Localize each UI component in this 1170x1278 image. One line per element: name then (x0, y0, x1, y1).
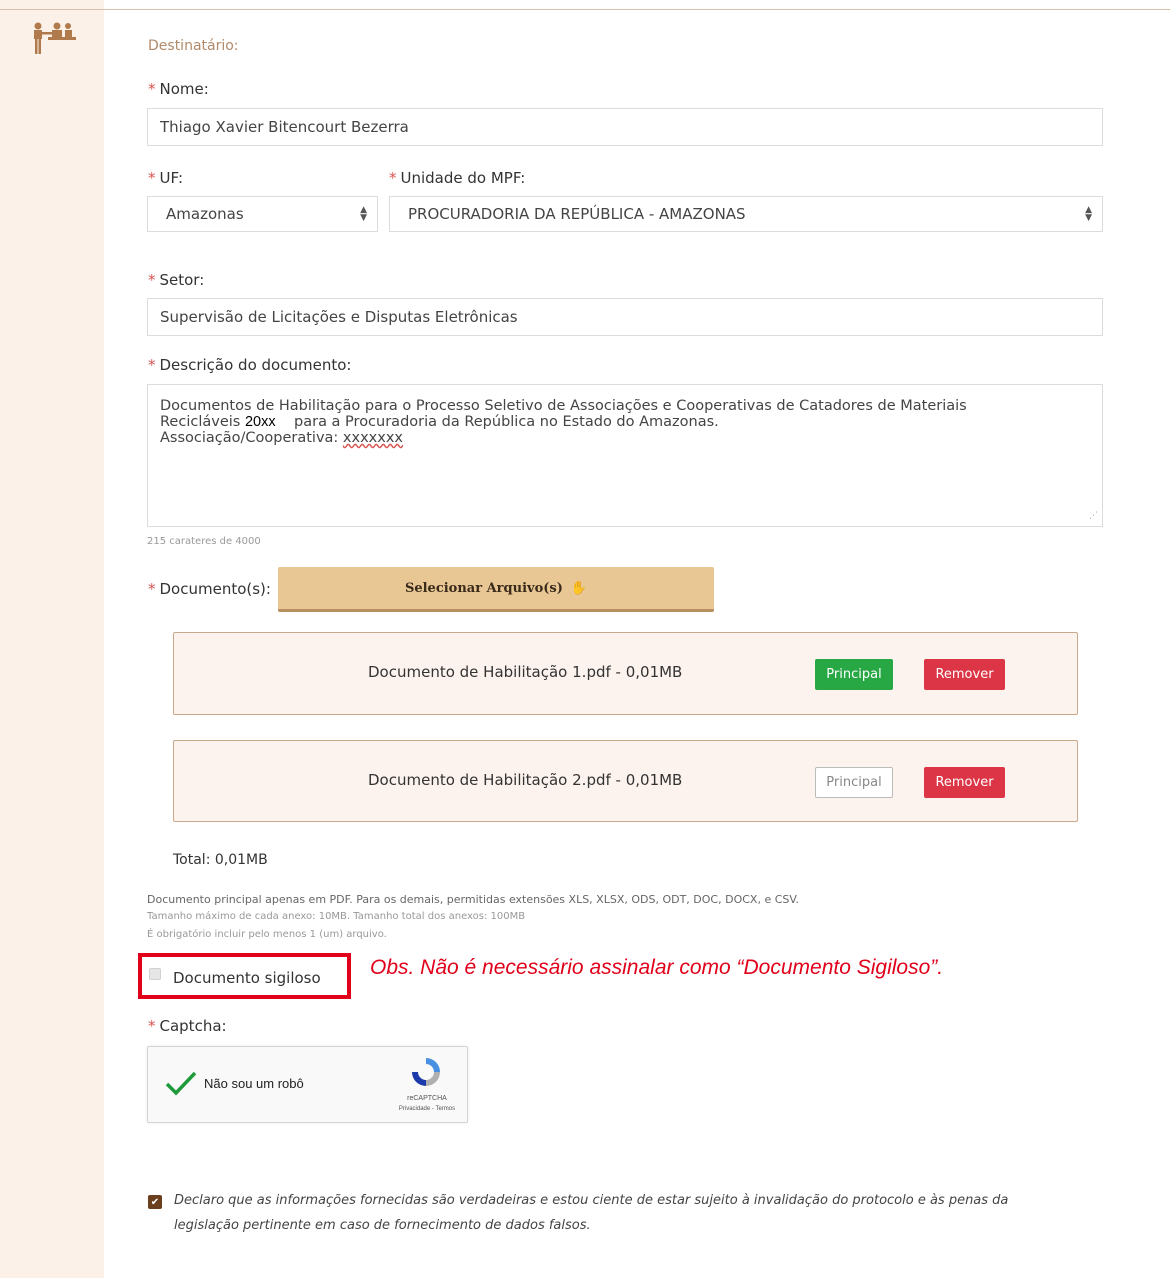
select-arrows-icon: ▲ ▼ (360, 205, 367, 223)
total-size: Total: 0,01MB (173, 852, 268, 868)
uf-label: * UF: (148, 169, 183, 187)
help-required: É obrigatório incluir pelo menos 1 (um) … (147, 929, 387, 940)
year-placeholder: 20xx (244, 414, 276, 430)
descricao-textarea[interactable]: Documentos de Habilitação para o Process… (147, 384, 1103, 527)
unidade-select[interactable]: PROCURADORIA DA REPÚBLICA - AMAZONAS ▲ ▼ (389, 196, 1103, 232)
help-main: Documento principal apenas em PDF. Para … (147, 893, 799, 906)
setor-input[interactable]: Supervisão de Licitações e Disputas Elet… (147, 298, 1103, 336)
section-title: Destinatário: (148, 38, 239, 54)
help-size: Tamanho máximo de cada anexo: 10MB. Tama… (147, 911, 526, 922)
remove-button[interactable]: Remover (924, 659, 1005, 690)
sidebar (0, 0, 104, 1278)
sigiloso-label: Documento sigiloso (173, 969, 321, 987)
unidade-label: * Unidade do MPF: (389, 169, 526, 187)
file-name: Documento de Habilitação 1.pdf - 0,01MB (368, 663, 683, 681)
required-mark: * (148, 80, 156, 98)
top-divider (0, 9, 1170, 10)
file-name: Documento de Habilitação 2.pdf - 0,01MB (368, 771, 683, 789)
declaration-line1: Declaro que as informações fornecidas sã… (174, 1193, 1009, 1208)
association-placeholder: xxxxxxx (342, 430, 403, 446)
select-arrows-icon: ▲ ▼ (1085, 205, 1092, 223)
principal-button[interactable]: Principal (815, 659, 893, 690)
file-item: Documento de Habilitação 2.pdf - 0,01MB … (173, 740, 1078, 822)
hand-icon: ✋ (570, 580, 588, 596)
recipient-icon (30, 20, 78, 60)
recaptcha-widget[interactable]: Não sou um robô reCAPTCHA Privacidade - … (147, 1046, 468, 1123)
recaptcha-brand: reCAPTCHA (407, 1095, 447, 1102)
resize-handle-icon[interactable]: ⋰ (1089, 508, 1098, 524)
check-icon[interactable] (164, 1069, 198, 1097)
sigiloso-checkbox[interactable] (149, 968, 161, 980)
remove-button[interactable]: Remover (924, 767, 1005, 798)
principal-button[interactable]: Principal (815, 767, 893, 798)
select-files-button[interactable]: Selecionar Arquivo(s) ✋ (278, 567, 714, 612)
declaration-line2: legislação pertinente em caso de forneci… (174, 1218, 591, 1233)
declaration-checkbox[interactable]: ✔ (148, 1195, 162, 1209)
recaptcha-text: Não sou um robô (204, 1076, 304, 1091)
checkmark-icon: ✔ (150, 1196, 160, 1208)
captcha-label: * Captcha: (148, 1017, 227, 1035)
descricao-label: * Descrição do documento: (148, 356, 352, 374)
char-count: 215 carateres de 4000 (147, 536, 261, 547)
obs-note: Obs. Não é necessário assinalar como “Do… (370, 956, 944, 979)
setor-label: * Setor: (148, 271, 205, 289)
uf-select[interactable]: Amazonas ▲ ▼ (147, 196, 378, 232)
documentos-label: * Documento(s): (148, 580, 271, 598)
nome-input[interactable]: Thiago Xavier Bitencourt Bezerra (147, 108, 1103, 146)
recaptcha-links[interactable]: Privacidade - Termos (391, 1106, 463, 1112)
recaptcha-logo-icon (412, 1058, 440, 1086)
nome-label: * Nome: (148, 80, 209, 98)
file-item: Documento de Habilitação 1.pdf - 0,01MB … (173, 632, 1078, 715)
